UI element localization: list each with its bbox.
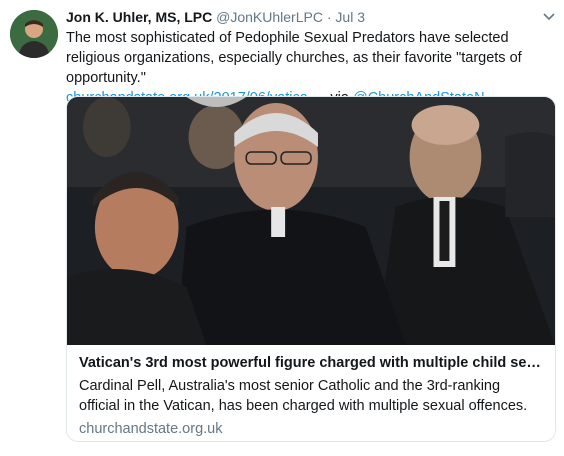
link-card[interactable]: Vatican's 3rd most powerful figure charg… [66,96,556,442]
tweet-body: The most sophisticated of Pedophile Sexu… [66,30,522,86]
author-name[interactable]: Jon K. Uhler, MS, LPC [66,9,212,25]
card-image [67,97,555,345]
tweet-content: Jon K. Uhler, MS, LPC @JonKUhlerLPC · Ju… [66,8,556,108]
tweet-timestamp[interactable]: Jul 3 [335,9,365,25]
tweet-header: Jon K. Uhler, MS, LPC @JonKUhlerLPC · Ju… [66,8,556,27]
card-description: Cardinal Pell, Australia's most senior C… [79,378,528,414]
header-separator: · [326,9,332,25]
author-handle[interactable]: @JonKUhlerLPC [216,9,323,25]
avatar[interactable] [10,10,58,58]
card-title[interactable]: Vatican's 3rd most powerful figure charg… [79,353,543,373]
card-body: Vatican's 3rd most powerful figure charg… [67,345,555,439]
card-domain: churchandstate.org.uk [79,421,223,437]
